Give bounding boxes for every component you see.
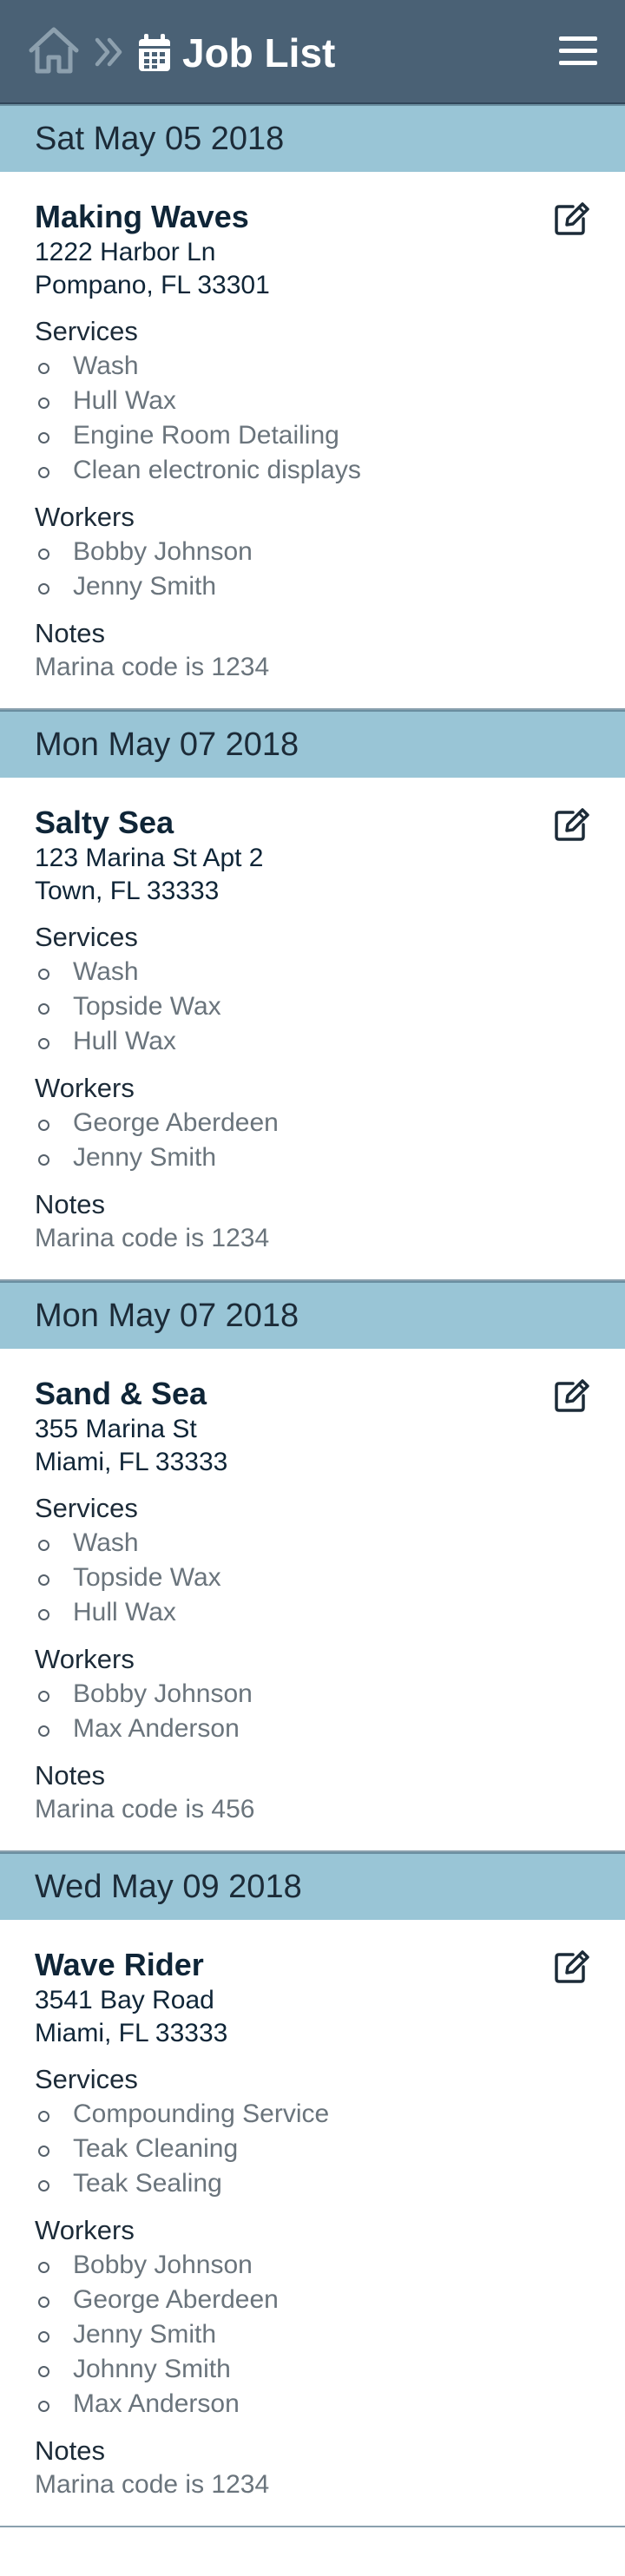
home-icon[interactable]	[26, 24, 82, 76]
worker-item: Max Anderson	[35, 1712, 590, 1746]
services-list: Compounding Service Teak Cleaning Teak Sea…	[35, 2097, 590, 2201]
job-date-header: Wed May 09 2018	[0, 1852, 625, 1920]
worker-item: George Aberdeen	[35, 1106, 590, 1140]
job-list: Sat May 05 2018 Making Waves 1222 Harbor L…	[0, 104, 625, 2527]
worker-item: Max Anderson	[35, 2387, 590, 2422]
job-date-header: Mon May 07 2018	[0, 1281, 625, 1349]
job-name: Sand & Sea	[35, 1376, 207, 1411]
service-item: Clean electronic displays	[35, 453, 590, 488]
service-item: Compounding Service	[35, 2097, 590, 2132]
job-name: Salty Sea	[35, 805, 174, 840]
workers-label: Workers	[35, 1644, 135, 1674]
notes-label: Notes	[35, 2435, 105, 2466]
address-line1: 123 Marina St Apt 2	[35, 844, 264, 872]
services-list: Wash Hull Wax Engine Room Detailing Clean e…	[35, 349, 590, 488]
edit-icon[interactable]	[554, 201, 590, 236]
address-line1: 355 Marina St	[35, 1415, 197, 1443]
job-name: Making Waves	[35, 199, 249, 234]
worker-item: Bobby Johnson	[35, 535, 590, 569]
workers-list: George Aberdeen Jenny Smith	[35, 1106, 590, 1175]
notes-text: Marina code is 456	[35, 1795, 255, 1824]
address-line2: Miami, FL 33333	[35, 1448, 228, 1476]
workers-label: Workers	[35, 2215, 135, 2245]
edit-icon[interactable]	[554, 807, 590, 842]
service-item: Wash	[35, 349, 590, 384]
services-list: Wash Topside Wax Hull Wax	[35, 1526, 590, 1630]
service-item: Topside Wax	[35, 1561, 590, 1595]
address-line2: Town, FL 33333	[35, 877, 220, 905]
workers-list: Bobby Johnson George Aberdeen Jenny Smith J…	[35, 2248, 590, 2422]
services-list: Wash Topside Wax Hull Wax	[35, 955, 590, 1059]
address-line1: 1222 Harbor Ln	[35, 238, 216, 266]
app-header: Job List	[0, 0, 625, 104]
workers-label: Workers	[35, 1073, 135, 1103]
chevron-double-right-icon	[95, 37, 122, 67]
job-date-header: Mon May 07 2018	[0, 710, 625, 778]
service-item: Hull Wax	[35, 1024, 590, 1059]
edit-icon[interactable]	[554, 1949, 590, 1984]
address-line2: Miami, FL 33333	[35, 2019, 228, 2047]
services-label: Services	[35, 922, 138, 952]
services-label: Services	[35, 2064, 138, 2094]
service-item: Hull Wax	[35, 384, 590, 418]
service-item: Hull Wax	[35, 1595, 590, 1630]
edit-icon[interactable]	[554, 1378, 590, 1413]
job-card: Making Waves 1222 Harbor Ln Pompano, FL 33…	[0, 172, 625, 710]
notes-text: Marina code is 1234	[35, 1224, 270, 1252]
job-name: Wave Rider	[35, 1947, 204, 1982]
service-item: Engine Room Detailing	[35, 418, 590, 453]
services-label: Services	[35, 316, 138, 346]
address-line1: 3541 Bay Road	[35, 1986, 214, 2014]
service-item: Wash	[35, 1526, 590, 1561]
notes-label: Notes	[35, 618, 105, 648]
worker-item: Johnny Smith	[35, 2352, 590, 2387]
workers-list: Bobby Johnson Jenny Smith	[35, 535, 590, 604]
address-line2: Pompano, FL 33301	[35, 271, 270, 299]
service-item: Teak Sealing	[35, 2166, 590, 2201]
job-card: Wave Rider 3541 Bay Road Miami, FL 33333 Se…	[0, 1920, 625, 2527]
job-date-header: Sat May 05 2018	[0, 104, 625, 172]
worker-item: Jenny Smith	[35, 1140, 590, 1175]
job-card: Sand & Sea 355 Marina St Miami, FL 33333 Se…	[0, 1349, 625, 1852]
worker-item: Jenny Smith	[35, 569, 590, 604]
notes-label: Notes	[35, 1760, 105, 1791]
notes-text: Marina code is 1234	[35, 2470, 270, 2499]
notes-text: Marina code is 1234	[35, 653, 270, 681]
service-item: Teak Cleaning	[35, 2132, 590, 2166]
worker-item: Jenny Smith	[35, 2317, 590, 2352]
worker-item: George Aberdeen	[35, 2283, 590, 2317]
worker-item: Bobby Johnson	[35, 2248, 590, 2283]
workers-list: Bobby Johnson Max Anderson	[35, 1677, 590, 1746]
workers-label: Workers	[35, 502, 135, 532]
calendar-icon	[139, 34, 170, 71]
worker-item: Bobby Johnson	[35, 1677, 590, 1712]
service-item: Topside Wax	[35, 989, 590, 1024]
services-label: Services	[35, 1493, 138, 1523]
hamburger-menu-icon[interactable]	[559, 35, 597, 68]
page-title: Job List	[182, 30, 336, 76]
service-item: Wash	[35, 955, 590, 989]
job-card: Salty Sea 123 Marina St Apt 2 Town, FL 333…	[0, 778, 625, 1281]
notes-label: Notes	[35, 1189, 105, 1219]
